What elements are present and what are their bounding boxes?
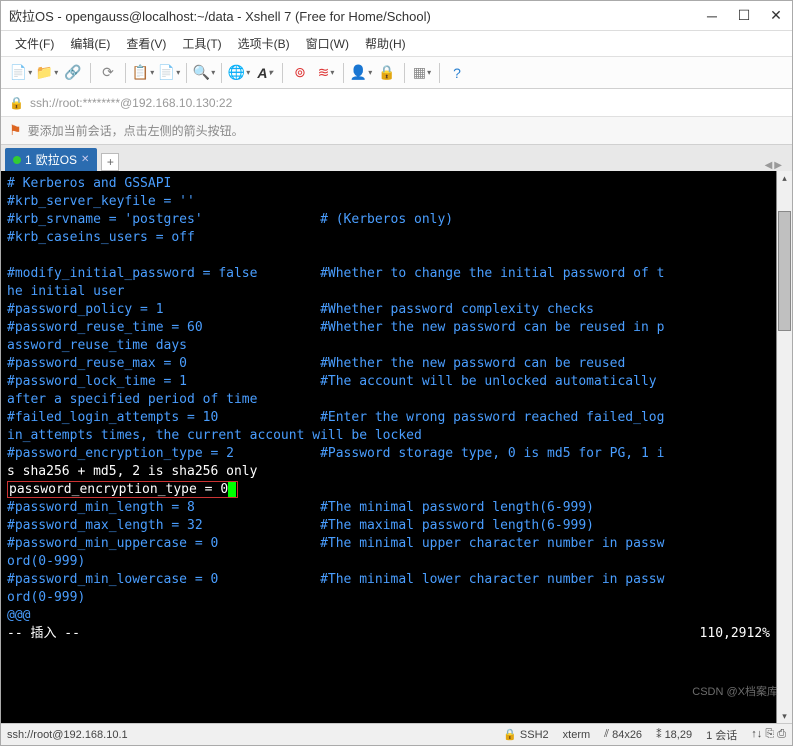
layout-button[interactable]: ▦ [410, 61, 434, 85]
close-button[interactable]: ✕ [768, 8, 784, 24]
new-session-button[interactable]: 📄 [9, 61, 33, 85]
menu-view[interactable]: 查看(V) [120, 33, 172, 54]
lock-button[interactable]: 🔒 [375, 61, 399, 85]
vim-mode: -- 插入 -- [7, 625, 700, 643]
menu-tools[interactable]: 工具(T) [176, 33, 227, 54]
maximize-button[interactable]: ☐ [736, 8, 752, 24]
status-protocol: SSH2 [520, 729, 549, 741]
new-tab-button[interactable]: + [101, 153, 119, 171]
lock-icon: 🔒 [503, 728, 517, 741]
script2-button[interactable]: ≋ [314, 61, 338, 85]
status-extra[interactable]: ↑↓ ⎘ ⎙ [751, 728, 786, 741]
color-button[interactable]: 🌐 [227, 61, 251, 85]
flag-icon[interactable]: ⚑ [9, 122, 22, 139]
window-title: 欧拉OS - opengauss@localhost:~/data - Xshe… [9, 6, 704, 25]
profile-button[interactable]: 👤 [349, 61, 373, 85]
reconnect-button[interactable]: ⟳ [96, 61, 120, 85]
cursor-icon: ⁑ [656, 728, 662, 741]
menu-tab[interactable]: 选项卡(B) [232, 33, 296, 54]
scroll-up-icon[interactable]: ▴ [777, 171, 792, 185]
scrollbar[interactable]: ▴ ▾ [776, 171, 792, 723]
lock-icon: 🔒 [9, 96, 24, 110]
tab-label: 欧拉OS [36, 151, 77, 168]
size-icon: ⫽ [604, 728, 609, 741]
session-tab[interactable]: 1 欧拉OS ✕ [5, 148, 97, 171]
status-sessions: 1 会话 [706, 727, 737, 743]
status-size: 84x26 [612, 729, 642, 741]
toolbar: 📄 📁 🔗 ⟳ 📋 📄 🔍 🌐 A ⊚ ≋ 👤 🔒 ▦ ? [1, 57, 792, 89]
status-cursor: 18,29 [665, 729, 693, 741]
menu-help[interactable]: 帮助(H) [359, 33, 412, 54]
menubar: 文件(F) 编辑(E) 查看(V) 工具(T) 选项卡(B) 窗口(W) 帮助(… [1, 31, 792, 57]
address-text[interactable]: ssh://root:********@192.168.10.130:22 [30, 96, 232, 110]
font-button[interactable]: A [253, 61, 277, 85]
paste-button[interactable]: 📄 [157, 61, 181, 85]
hint-text: 要添加当前会话，点击左侧的箭头按钮。 [28, 122, 244, 139]
vim-position: 110,29 [700, 625, 747, 643]
terminal[interactable]: # Kerberos and GSSAPI #krb_server_keyfil… [1, 171, 776, 723]
minimize-button[interactable]: ─ [704, 8, 720, 24]
tab-prev-icon[interactable]: ◀ [765, 160, 773, 171]
connect-button[interactable]: 🔗 [61, 61, 85, 85]
vim-percent: 12% [747, 625, 770, 643]
cursor [228, 482, 236, 497]
help-button[interactable]: ? [445, 61, 469, 85]
open-button[interactable]: 📁 [35, 61, 59, 85]
status-dot-icon [13, 156, 21, 164]
copy-button[interactable]: 📋 [131, 61, 155, 85]
tab-index: 1 [25, 153, 32, 167]
find-button[interactable]: 🔍 [192, 61, 216, 85]
tab-next-icon[interactable]: ▶ [774, 160, 782, 171]
scroll-down-icon[interactable]: ▾ [777, 709, 792, 723]
script-button[interactable]: ⊚ [288, 61, 312, 85]
scrollbar-thumb[interactable] [778, 211, 791, 331]
menu-window[interactable]: 窗口(W) [300, 33, 355, 54]
menu-file[interactable]: 文件(F) [9, 33, 60, 54]
menu-edit[interactable]: 编辑(E) [64, 33, 116, 54]
status-term: xterm [563, 729, 591, 741]
tab-close-icon[interactable]: ✕ [81, 154, 89, 165]
status-path: ssh://root@192.168.10.1 [7, 729, 128, 741]
statusbar: ssh://root@192.168.10.1 🔒SSH2 xterm ⫽84x… [1, 723, 792, 745]
